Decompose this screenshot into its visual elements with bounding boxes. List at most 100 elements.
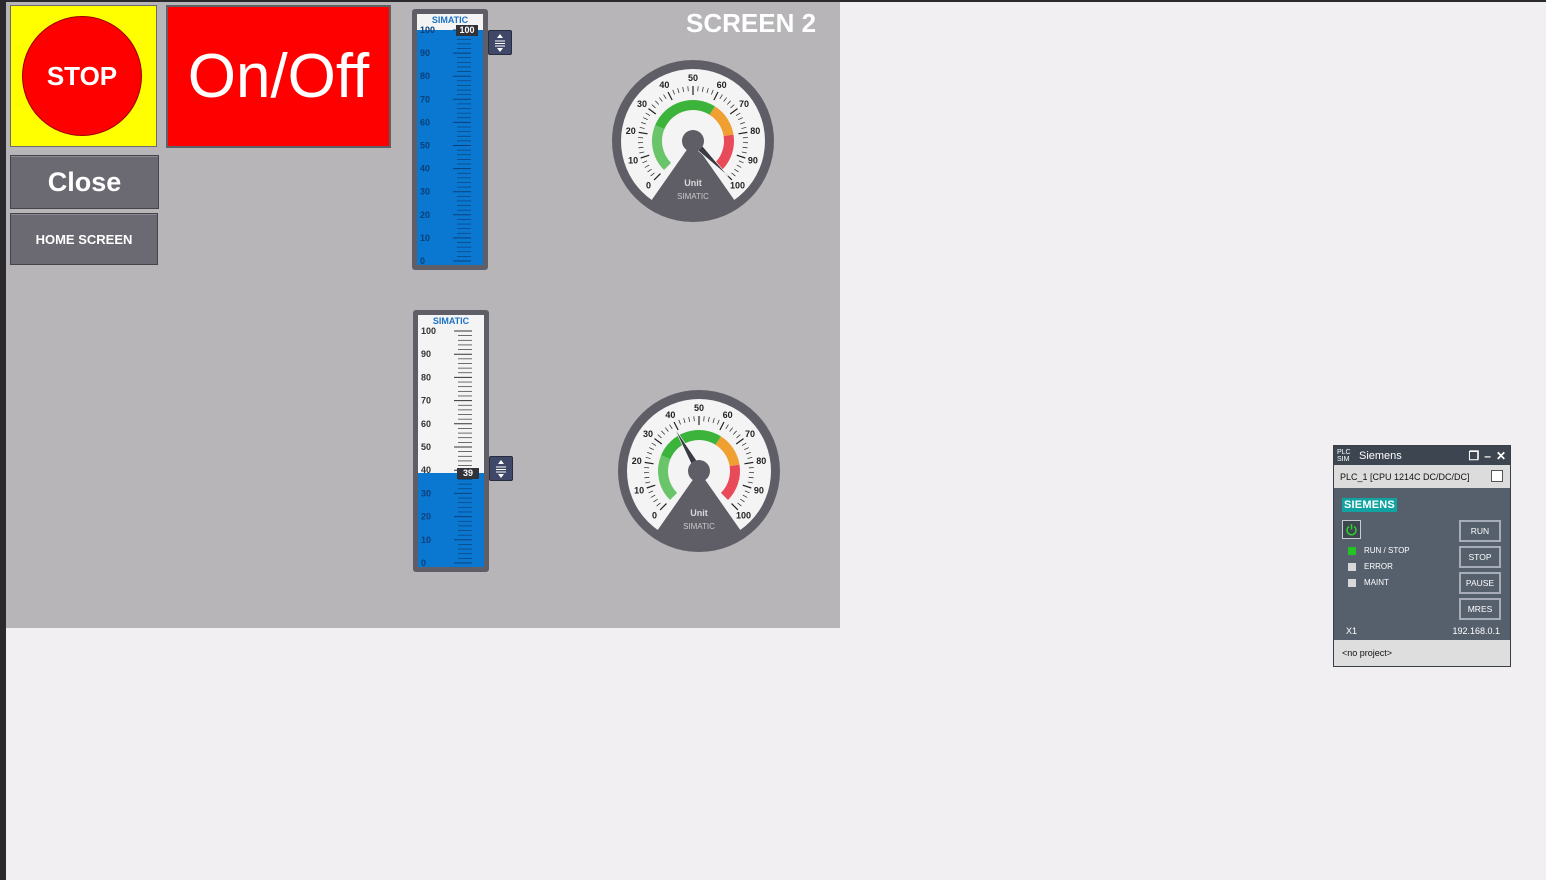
stepper-arrows-icon xyxy=(496,460,506,478)
bar-tick-label: 60 xyxy=(420,117,430,127)
gauge-label: 40 xyxy=(659,80,669,90)
bar-tick-label: 70 xyxy=(420,94,430,104)
bar-graph-1-scale: 1009080706050403020100 xyxy=(420,25,471,265)
on-off-button[interactable]: On/Off xyxy=(166,5,391,148)
plcsim-cpu-label: PLC_1 [CPU 1214C DC/DC/DC] xyxy=(1340,471,1470,482)
led-run-stop: RUN / STOP xyxy=(1348,546,1410,555)
gauge-label: 0 xyxy=(652,511,657,521)
bar-tick-label: 50 xyxy=(421,442,431,452)
gauge-1: 0 10 20 30 40 50 60 70 80 90 100 Unit SIMATIC xyxy=(612,60,774,222)
gauge-label: 40 xyxy=(665,410,675,420)
gauge-hub xyxy=(682,130,704,152)
bar-tick-label: 30 xyxy=(420,187,430,197)
plcsim-window: PLC SIM Siemens ❐ – ✕ PLC_1 [CPU 1214C D… xyxy=(1333,445,1511,667)
led-maint: MAINT xyxy=(1348,578,1389,587)
led-label: ERROR xyxy=(1364,562,1393,571)
led-error: ERROR xyxy=(1348,562,1393,571)
restore-icon[interactable]: ❐ xyxy=(1468,449,1479,463)
gauge-label: 80 xyxy=(756,456,766,466)
bar-tick-label: 10 xyxy=(421,535,431,545)
gauge-label: 20 xyxy=(626,126,636,136)
gauge-label: 90 xyxy=(748,155,758,165)
pause-button[interactable]: PAUSE xyxy=(1459,572,1501,594)
bar-tick-label: 90 xyxy=(420,48,430,58)
bar-tick-label: 0 xyxy=(421,558,426,567)
led-label: RUN / STOP xyxy=(1364,546,1410,555)
plcsim-titlebar: PLC SIM Siemens ❐ – ✕ xyxy=(1334,446,1510,465)
gauge-unit: Unit xyxy=(684,178,702,188)
project-status: <no project> xyxy=(1334,640,1510,666)
gauge-label: 60 xyxy=(723,410,733,420)
gauge-label: 10 xyxy=(634,485,644,495)
screen-title: SCREEN 2 xyxy=(686,8,817,38)
bar-tick-label: 30 xyxy=(421,488,431,498)
gauge-label: 50 xyxy=(688,73,698,83)
gauge-brand: SIMATIC xyxy=(677,192,709,201)
minimize-icon[interactable]: – xyxy=(1484,449,1491,463)
bar-tick-label: 100 xyxy=(421,326,436,336)
stop-label: STOP xyxy=(22,16,142,136)
error-led-icon xyxy=(1348,562,1356,571)
power-button[interactable] xyxy=(1342,520,1361,539)
plcsim-logo-icon: PLC SIM xyxy=(1337,448,1351,463)
bar-tick-label: 50 xyxy=(420,141,430,151)
gauge-label: 100 xyxy=(736,511,751,521)
maint-led-icon xyxy=(1348,578,1356,587)
plcsim-window-controls: ❐ – ✕ xyxy=(1468,449,1506,463)
run-stop-led-icon xyxy=(1348,546,1356,555)
gauge-label: 100 xyxy=(730,181,745,191)
gauge-label: 50 xyxy=(694,403,704,413)
bar-tick-label: 40 xyxy=(421,465,431,475)
gauge-label: 30 xyxy=(637,99,647,109)
bar-tick-label: 0 xyxy=(420,256,425,265)
bar-tick-label: 60 xyxy=(421,419,431,429)
bar-graph-1-face: 100 90 80 70 60 50 40 30 20 10 0 SIMATIC 100 xyxy=(417,14,483,265)
led-label: MAINT xyxy=(1364,578,1389,587)
run-button[interactable]: RUN xyxy=(1459,520,1501,542)
interface-label: X1 xyxy=(1346,626,1358,636)
power-icon xyxy=(1346,524,1357,536)
bar-graph-1: 100 90 80 70 60 50 40 30 20 10 0 SIMATIC 100 xyxy=(412,9,488,270)
close-button[interactable]: Close xyxy=(10,155,159,209)
emergency-stop-button[interactable]: STOP xyxy=(10,5,157,147)
bar-graph-1-value: 100 xyxy=(456,25,478,36)
gauge-brand: SIMATIC xyxy=(683,522,715,531)
bar-tick-label: 10 xyxy=(420,233,430,243)
plcsim-cpu-bar: PLC_1 [CPU 1214C DC/DC/DC] xyxy=(1334,465,1510,488)
close-icon[interactable]: ✕ xyxy=(1496,449,1506,463)
bar-tick-label: 80 xyxy=(420,71,430,81)
gauge-label: 20 xyxy=(632,456,642,466)
gauge-hub xyxy=(688,460,710,482)
gauge-unit: Unit xyxy=(690,508,708,518)
bar-graph-2-stepper[interactable] xyxy=(489,456,513,481)
mres-button[interactable]: MRES xyxy=(1459,598,1501,620)
bar-graph-2-brand: SIMATIC xyxy=(432,316,470,326)
bar-tick-label: 20 xyxy=(420,210,430,220)
home-screen-button[interactable]: HOME SCREEN xyxy=(10,213,158,265)
bar-graph-2-scale: 1009080706050403020100 xyxy=(421,326,472,567)
bar-graph-1-stepper[interactable] xyxy=(488,30,512,55)
bar-tick-label: 20 xyxy=(421,512,431,522)
stop-button[interactable]: STOP xyxy=(1459,546,1501,568)
bar-graph-2-value: 39 xyxy=(457,467,479,479)
gauge-label: 70 xyxy=(739,99,749,109)
siemens-logo: SIEMENS xyxy=(1342,498,1397,512)
ip-address: 192.168.0.1 xyxy=(1452,626,1500,636)
gauge-label: 80 xyxy=(750,126,760,136)
gauge-label: 10 xyxy=(628,155,638,165)
stepper-arrows-icon xyxy=(495,34,505,52)
gauge-label: 70 xyxy=(745,429,755,439)
bar-graph-2-face: 100 90 80 70 60 50 40 30 20 10 0 SIMATIC 39 xyxy=(418,315,484,567)
bar-tick-label: 80 xyxy=(421,372,431,382)
bar-graph-2: 100 90 80 70 60 50 40 30 20 10 0 SIMATIC 39 xyxy=(413,310,489,572)
cpu-details-icon[interactable] xyxy=(1491,470,1503,482)
gauge-label: 60 xyxy=(717,80,727,90)
bar-tick-label: 70 xyxy=(421,396,431,406)
gauge-2: 0 10 20 30 40 50 60 70 80 90 100 Unit SIMATIC xyxy=(618,390,780,552)
bar-tick-label: 100 xyxy=(420,25,435,35)
bar-tick-label: 40 xyxy=(420,164,430,174)
plcsim-title: Siemens xyxy=(1359,449,1402,462)
gauge-label: 30 xyxy=(643,429,653,439)
gauge-label: 0 xyxy=(646,181,651,191)
gauge-label: 90 xyxy=(754,485,764,495)
